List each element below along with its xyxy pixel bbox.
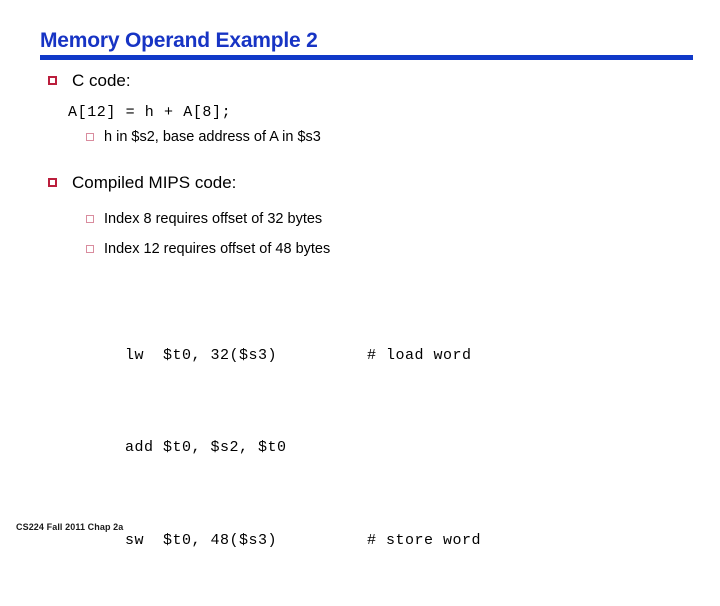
small-square-bullet-icon xyxy=(86,133,94,141)
mips-code-block: lw $t0, 32($s3) # load word add $t0, $s2,… xyxy=(68,291,481,606)
small-square-bullet-icon xyxy=(86,245,94,253)
mips-instruction: sw $t0, 48($s3) xyxy=(125,531,278,549)
slide-footer: CS224 Fall 2011 Chap 2a xyxy=(16,522,124,532)
mips-code-row: add $t0, $s2, $t0 xyxy=(68,421,481,477)
bullet-c-code-label: C code: xyxy=(72,71,131,90)
bullet-compiled-mips-label: Compiled MIPS code: xyxy=(72,173,237,192)
mips-comment: # store word xyxy=(367,531,482,549)
mips-code-row: lw $t0, 32($s3) # load word xyxy=(68,328,481,384)
slide-body: C code: A[12] = h + A[8]; h in $s2, base… xyxy=(0,70,720,262)
mips-instruction: lw $t0, 32($s3) xyxy=(125,346,278,364)
subbullet-c-code-note-label: h in $s2, base address of A in $s3 xyxy=(104,129,321,145)
subbullet-index-8: Index 8 requires offset of 32 bytes xyxy=(0,210,720,229)
title-underline-rule xyxy=(40,55,693,60)
subbullet-index-12-label: Index 12 requires offset of 48 bytes xyxy=(104,241,331,257)
slide-canvas: Memory Operand Example 2 C code: A[12] =… xyxy=(0,0,720,549)
mips-comment: # load word xyxy=(367,346,472,364)
small-square-bullet-icon xyxy=(86,215,94,223)
c-code-line: A[12] = h + A[8]; xyxy=(68,104,232,121)
square-bullet-icon xyxy=(48,178,57,187)
page-title: Memory Operand Example 2 xyxy=(40,29,318,52)
mips-code-row: sw $t0, 48($s3) # store word xyxy=(68,513,481,569)
subbullet-index-8-label: Index 8 requires offset of 32 bytes xyxy=(104,211,323,227)
subbullet-index-12: Index 12 requires offset of 48 bytes xyxy=(0,240,720,259)
bullet-c-code: C code: xyxy=(0,70,720,92)
subbullet-c-code-note: h in $s2, base address of A in $s3 xyxy=(0,128,720,147)
mips-instruction: add $t0, $s2, $t0 xyxy=(125,439,287,456)
slide-title-block: Memory Operand Example 2 xyxy=(40,28,693,60)
square-bullet-icon xyxy=(48,76,57,85)
bullet-compiled-mips: Compiled MIPS code: xyxy=(0,172,720,194)
